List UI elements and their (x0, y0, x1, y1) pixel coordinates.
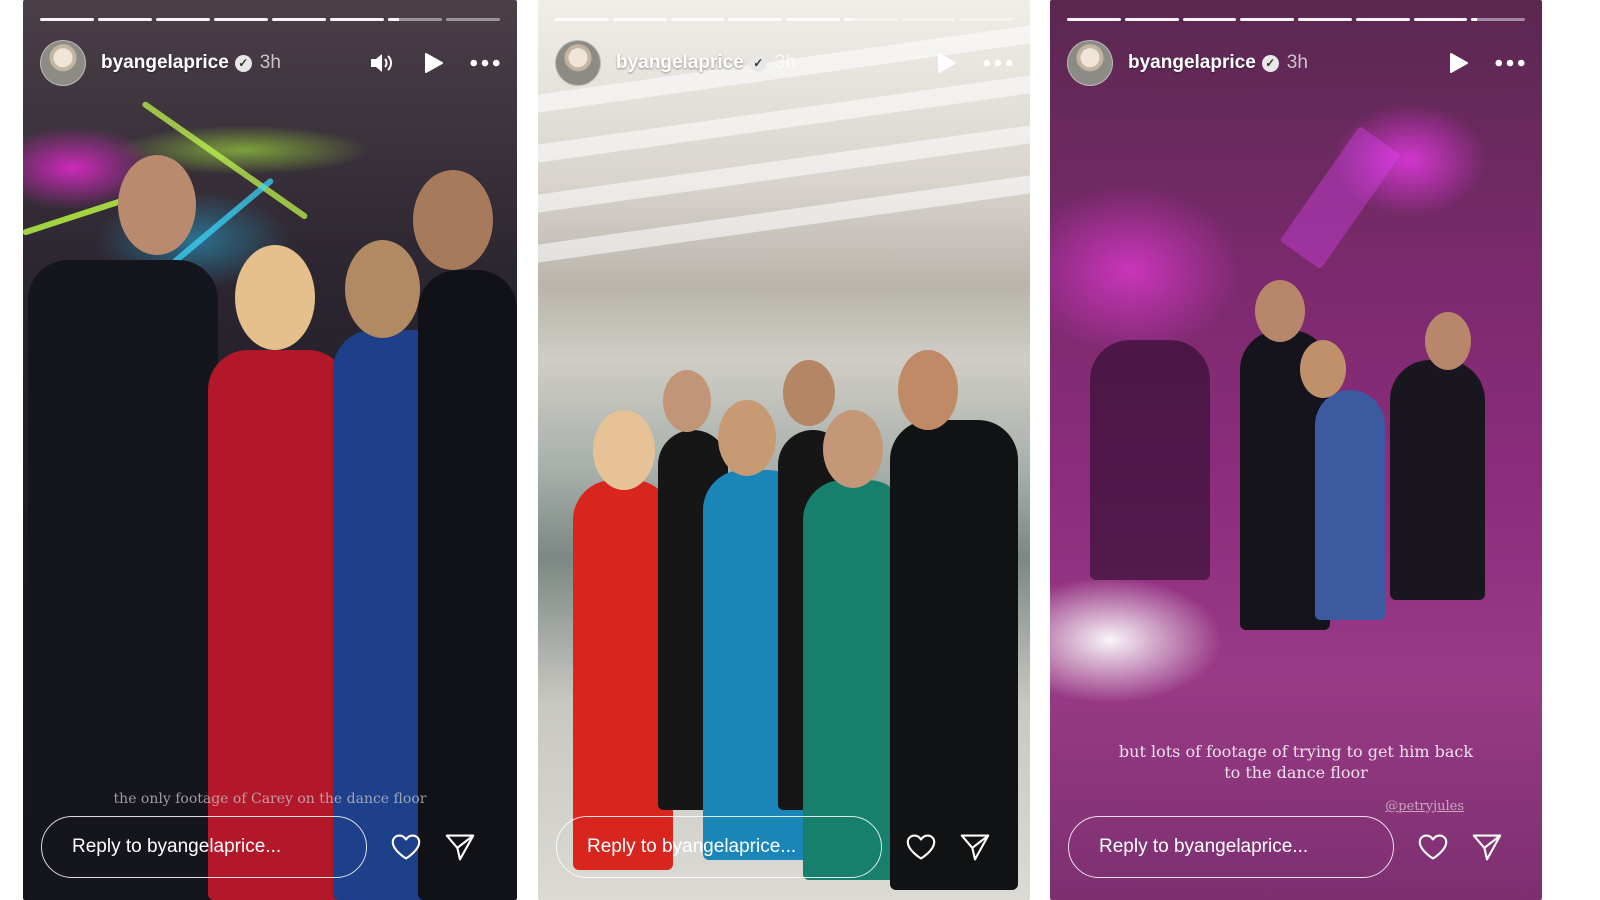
avatar[interactable] (40, 40, 86, 86)
story-footer: Reply to byangelaprice... (41, 816, 499, 878)
username[interactable]: byangelaprice (1128, 52, 1256, 74)
more-icon[interactable] (470, 48, 500, 78)
username[interactable]: byangelaprice (616, 52, 744, 74)
volume-icon[interactable] (366, 48, 396, 78)
story-footer: Reply to byangelaprice... (1068, 816, 1524, 878)
username[interactable]: byangelaprice (101, 52, 229, 74)
story-panel-2[interactable]: byangelaprice ✓ 3h Reply to byangelapric… (538, 0, 1030, 900)
reply-input[interactable]: Reply to byangelaprice... (1068, 816, 1394, 878)
post-time: 3h (774, 52, 796, 73)
progress-segment (1413, 18, 1468, 21)
progress-segment (156, 18, 210, 21)
story-header: byangelaprice ✓ 3h (555, 40, 1013, 86)
post-time: 3h (259, 52, 281, 73)
progress-segment (98, 18, 152, 21)
more-icon[interactable] (983, 48, 1013, 78)
progress-segment (728, 18, 782, 21)
story-progress-bar (40, 18, 500, 21)
post-time: 3h (1286, 52, 1308, 73)
avatar[interactable] (1067, 40, 1113, 86)
reply-input[interactable]: Reply to byangelaprice... (41, 816, 367, 878)
progress-segment (330, 18, 384, 21)
progress-segment (1067, 18, 1121, 21)
mention-tag[interactable]: @petryjules (1385, 799, 1464, 814)
play-icon[interactable] (931, 48, 961, 78)
send-icon[interactable] (960, 832, 990, 862)
story-footer: Reply to byangelaprice... (556, 816, 1012, 878)
progress-segment (555, 18, 609, 21)
progress-segment (1355, 18, 1410, 21)
story-progress-bar (555, 18, 1013, 21)
progress-fill (388, 18, 399, 21)
send-icon[interactable] (445, 832, 475, 862)
more-icon[interactable] (1495, 48, 1525, 78)
heart-icon[interactable] (1418, 832, 1448, 862)
send-icon[interactable] (1472, 832, 1502, 862)
caption-line-2: to the dance floor (1224, 763, 1368, 782)
story-photo-2 (538, 0, 1030, 900)
progress-segment (612, 18, 667, 21)
play-icon[interactable] (418, 48, 448, 78)
story-panel-3[interactable]: byangelaprice ✓ 3h but lots of footage o… (1050, 0, 1542, 900)
caption-line-1: but lots of footage of trying to get him… (1118, 742, 1474, 761)
play-icon[interactable] (1443, 48, 1473, 78)
story-photo-1 (23, 0, 517, 900)
progress-segment (214, 18, 268, 21)
progress-segment (446, 18, 500, 21)
progress-segment (786, 18, 840, 21)
story-header: byangelaprice ✓ 3h (40, 40, 500, 86)
heart-icon[interactable] (906, 832, 936, 862)
progress-segment (1182, 18, 1237, 21)
progress-segment (670, 18, 725, 21)
verified-icon: ✓ (234, 54, 252, 72)
story-caption: but lots of footage of trying to get him… (1050, 741, 1542, 783)
progress-segment (1298, 18, 1352, 21)
verified-icon: ✓ (749, 54, 767, 72)
progress-segment (40, 18, 94, 21)
story-panel-1[interactable]: byangelaprice ✓ 3h the only footage of C… (23, 0, 517, 900)
progress-segment (959, 18, 1013, 21)
reply-input[interactable]: Reply to byangelaprice... (556, 816, 882, 878)
progress-segment (901, 18, 956, 21)
story-caption: the only footage of Carey on the dance f… (113, 791, 427, 807)
progress-segment (388, 18, 442, 21)
progress-fill (1471, 18, 1477, 21)
progress-segment (1124, 18, 1179, 21)
progress-segment (272, 18, 326, 21)
story-progress-bar (1067, 18, 1525, 21)
heart-icon[interactable] (391, 832, 421, 862)
progress-segment (843, 18, 898, 21)
verified-icon: ✓ (1261, 54, 1279, 72)
progress-segment (1240, 18, 1294, 21)
story-header: byangelaprice ✓ 3h (1067, 40, 1525, 86)
progress-fill (843, 18, 852, 21)
avatar[interactable] (555, 40, 601, 86)
progress-segment (1471, 18, 1525, 21)
